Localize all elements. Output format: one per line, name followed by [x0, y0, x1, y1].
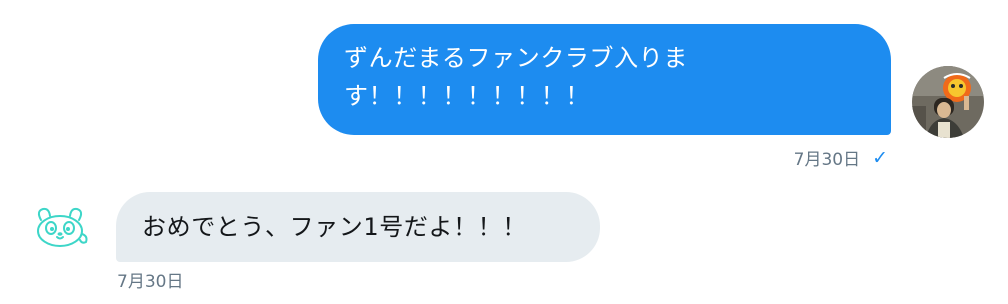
incoming-message-bubble[interactable]: おめでとう、ファン1号だよ！！！ [116, 192, 600, 262]
read-receipt-check-icon: ✓ [872, 146, 888, 169]
incoming-message-timestamp: 7月30日 [117, 272, 184, 292]
outgoing-message-meta: 7月30日 ✓ [793, 145, 888, 171]
outgoing-message-timestamp: 7月30日 [793, 150, 861, 170]
outgoing-message-line-1: ずんだまるファンクラブ入りま [344, 44, 688, 72]
incoming-message-text: おめでとう、ファン1号だよ！！！ [142, 213, 527, 241]
panda-avatar-icon [37, 207, 88, 247]
outgoing-message-line-2: す！！！！！！！！！ [344, 82, 590, 110]
panda-avatar[interactable] [30, 204, 90, 250]
user-avatar-photo-icon [912, 66, 984, 138]
user-avatar[interactable] [912, 66, 984, 138]
outgoing-message-bubble[interactable]: ずんだまるファンクラブ入りま す！！！！！！！！！ [318, 24, 891, 135]
